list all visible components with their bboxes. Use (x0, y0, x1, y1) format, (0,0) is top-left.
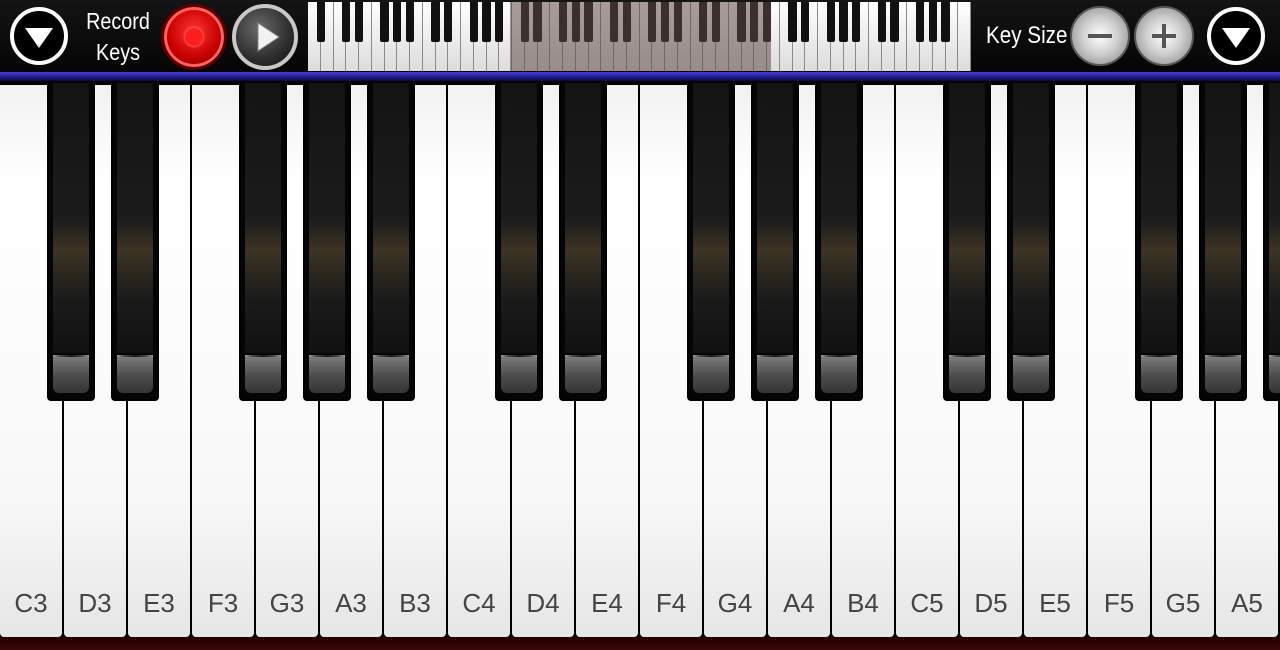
play-icon (257, 22, 280, 52)
key-size-label: Key Size (986, 22, 1068, 49)
key-label: G5 (1165, 588, 1201, 618)
key-label: A5 (1231, 588, 1263, 618)
record-label-line1: Record (86, 8, 150, 34)
mini-black-key (444, 2, 453, 42)
menu-left-button[interactable] (10, 7, 68, 65)
keyboard-bottom-rail (0, 637, 1280, 650)
key-label: E5 (1039, 588, 1071, 618)
black-key-asharp4[interactable] (815, 81, 863, 401)
mini-black-key (915, 2, 925, 42)
triangle-down-icon (1222, 28, 1250, 48)
black-key-dsharp5[interactable] (1007, 81, 1055, 401)
key-label: G3 (269, 588, 305, 618)
key-label: D5 (974, 588, 1008, 618)
key-label: B4 (847, 588, 879, 618)
key-label: C5 (910, 588, 944, 618)
mini-black-key (495, 2, 504, 42)
black-key-fsharp4[interactable] (687, 81, 735, 401)
mini-black-key (890, 2, 899, 42)
mini-black-key (380, 2, 389, 42)
black-key-dsharp4[interactable] (559, 81, 607, 401)
mini-black-key (928, 2, 937, 42)
black-key-csharp4[interactable] (495, 81, 543, 401)
mini-black-key (354, 2, 364, 42)
black-key-csharp3[interactable] (47, 81, 95, 401)
mini-black-key (852, 2, 861, 42)
black-key-dsharp3[interactable] (111, 81, 159, 401)
mini-black-key (342, 2, 351, 42)
play-button[interactable] (232, 4, 298, 70)
black-key-gsharp3[interactable] (303, 81, 351, 401)
toolbar-divider-stripe (0, 72, 1280, 81)
record-icon (185, 28, 203, 46)
black-key-gsharp4[interactable] (751, 81, 799, 401)
mini-black-key (469, 2, 478, 42)
black-key-asharp5[interactable] (1263, 81, 1280, 401)
piano-keyboard: C3 D3 E3 F3 G3 A3 B3 C4 D4 E4 F4 G4 A4 B4 C5 D5 E5 F5 G5 A5 (0, 81, 1280, 650)
minus-icon (1088, 34, 1112, 38)
key-size-decrease-button[interactable] (1070, 6, 1130, 66)
record-keys-label: Record Keys (84, 6, 153, 68)
record-button[interactable] (161, 4, 227, 70)
key-label: B3 (399, 588, 431, 618)
keyboard-navigator[interactable] (308, 2, 971, 71)
black-key-csharp5[interactable] (943, 81, 991, 401)
mini-black-key (877, 2, 886, 42)
key-label: F4 (655, 588, 687, 618)
black-key-asharp3[interactable] (367, 81, 415, 401)
record-label-line2: Keys (96, 39, 140, 65)
mini-black-key (431, 2, 440, 42)
black-key-fsharp3[interactable] (239, 81, 287, 401)
mini-black-key (405, 2, 415, 42)
mini-black-key (826, 2, 835, 42)
key-label: F5 (1103, 588, 1135, 618)
key-size-increase-button[interactable] (1134, 6, 1194, 66)
key-label: E3 (143, 588, 175, 618)
top-toolbar: Record Keys Key Size (0, 0, 1280, 72)
key-label: C3 (14, 588, 48, 618)
mini-black-key (788, 2, 797, 42)
key-label: F3 (207, 588, 239, 618)
key-label: A4 (783, 588, 815, 618)
mini-black-key (316, 2, 325, 42)
mini-white-key (958, 2, 971, 71)
key-label: A3 (335, 588, 367, 618)
key-label: G4 (717, 588, 753, 618)
black-key-gsharp5[interactable] (1199, 81, 1247, 401)
mini-black-key (482, 2, 491, 42)
mini-black-key (393, 2, 402, 42)
mini-black-key (839, 2, 848, 42)
key-label: D4 (526, 588, 560, 618)
key-label: C4 (462, 588, 496, 618)
key-label: D3 (78, 588, 112, 618)
black-key-fsharp5[interactable] (1135, 81, 1183, 401)
menu-right-button[interactable] (1207, 7, 1265, 65)
keyboard-viewport-handle[interactable] (510, 2, 771, 71)
key-label: E4 (591, 588, 623, 618)
triangle-down-icon (25, 28, 53, 48)
mini-black-key (941, 2, 950, 42)
mini-black-key (801, 2, 810, 42)
plus-icon (1152, 24, 1176, 48)
